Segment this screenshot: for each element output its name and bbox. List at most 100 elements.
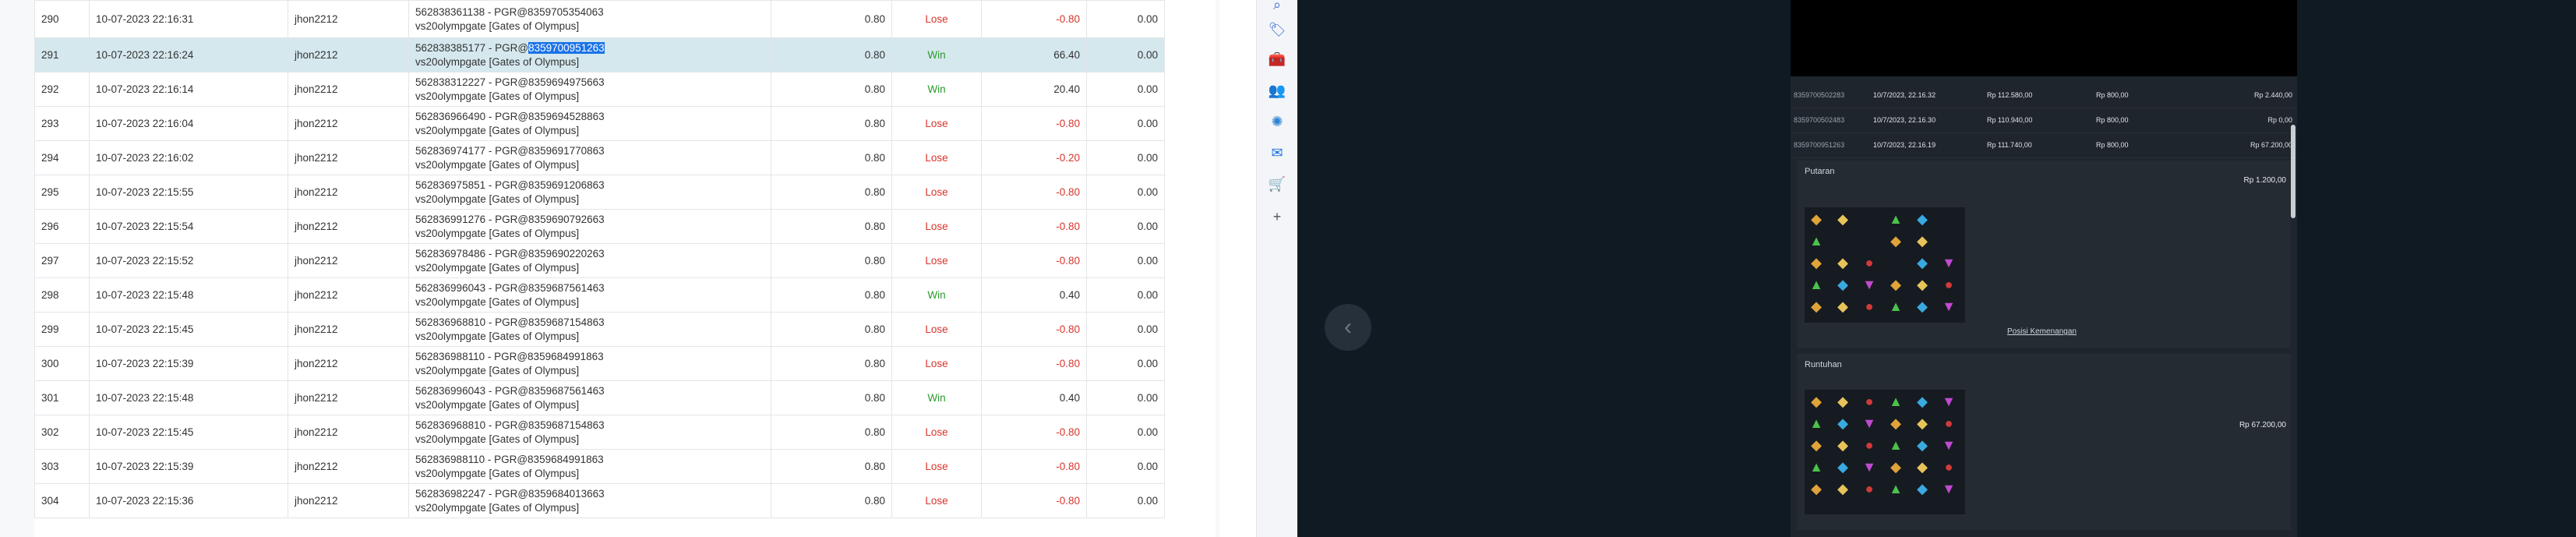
transaction-cell: 562836978486 - PGR@8359690220263 vs20olym… <box>408 243 771 278</box>
timestamp-cell: 10-07-2023 22:16:02 <box>89 140 288 175</box>
table-row[interactable]: 304 10-07-2023 22:15:36 jhon2212 5628369822… <box>34 483 1216 518</box>
history-row[interactable]: 8359700951263 10/7/2023, 22.16.19 Rp 111.7… <box>1791 132 2297 158</box>
bet-cell: 0.80 <box>771 209 892 244</box>
transaction-cell: 562838385177 - PGR@8359700951263 vs20olym… <box>408 37 771 72</box>
username-cell: jhon2212 <box>288 346 409 381</box>
gem-symbol-icon: ◆ <box>1890 459 1901 475</box>
extra-cell: 0.00 <box>1086 106 1165 141</box>
gem-symbol-icon: ◆ <box>1811 299 1822 314</box>
table-row[interactable]: 301 10-07-2023 22:15:48 jhon2212 5628369960… <box>34 380 1216 415</box>
history-row[interactable]: 8359700502283 10/7/2023, 22.16.32 Rp 112.5… <box>1791 83 2297 108</box>
table-row[interactable]: 295 10-07-2023 22:15:55 jhon2212 5628369758… <box>34 175 1216 210</box>
table-row[interactable]: 292 10-07-2023 22:16:14 jhon2212 5628383122… <box>34 72 1216 107</box>
timestamp-cell: 10-07-2023 22:15:45 <box>89 312 288 347</box>
putaran-reel-grid: ◆ ◆ ▲ ◆ ▲ ◆ ◆ ◆ ◆ ● ◆ ▼ ▲ ◆ ▼ ◆ ◆ ● ◆ ◆ ● ▲ ◆ ▼ <box>1805 207 1965 323</box>
table-row[interactable]: 302 10-07-2023 22:15:45 jhon2212 5628369688… <box>34 415 1216 450</box>
winloss-cell: -0.80 <box>981 209 1087 244</box>
timestamp-cell: 10-07-2023 22:15:54 <box>89 209 288 244</box>
result-cell: Lose <box>891 209 982 244</box>
gem-symbol-icon: ▲ <box>1809 233 1823 249</box>
result-cell: Win <box>891 72 982 107</box>
copilot-icon[interactable]: ✺ <box>1268 112 1286 131</box>
gem-symbol-icon: ▼ <box>1862 459 1876 475</box>
timestamp-cell: 10-07-2023 22:16:14 <box>89 72 288 107</box>
history-row[interactable]: 8359700502483 10/7/2023, 22.16.30 Rp 110.9… <box>1791 108 2297 133</box>
table-row[interactable]: 300 10-07-2023 22:15:39 jhon2212 5628369881… <box>34 346 1216 381</box>
result-cell: Lose <box>891 106 982 141</box>
winloss-cell: -0.80 <box>981 175 1087 210</box>
selected-text-highlight[interactable]: 8359700951263 <box>528 41 605 54</box>
history-win: Rp 67.200,00 <box>2250 141 2292 149</box>
result-cell: Lose <box>891 140 982 175</box>
table-row[interactable]: 297 10-07-2023 22:15:52 jhon2212 5628369784… <box>34 243 1216 278</box>
gem-symbol-icon: ◆ <box>1837 415 1848 431</box>
gem-symbol-icon: ▲ <box>1889 481 1903 496</box>
table-row[interactable]: 303 10-07-2023 22:15:39 jhon2212 5628369881… <box>34 449 1216 484</box>
toolbox-icon[interactable]: 🧰 <box>1268 50 1286 69</box>
gem-symbol-icon: ▼ <box>1942 481 1956 496</box>
outlook-icon[interactable]: ✉ <box>1268 143 1286 162</box>
row-number-cell: 301 <box>34 380 90 415</box>
gem-symbol-icon: ● <box>1865 255 1874 270</box>
game-name: vs20olympgate [Gates of Olympus] <box>415 433 580 445</box>
panel-scrollbar[interactable] <box>2291 125 2295 218</box>
transaction-id: 562836966490 - PGR@8359694528863 <box>415 110 605 122</box>
gem-symbol-icon: ▲ <box>1889 437 1903 453</box>
transaction-id: 562836968810 - PGR@8359687154863 <box>415 419 605 431</box>
timestamp-cell: 10-07-2023 22:15:48 <box>89 380 288 415</box>
transaction-id: 562836988110 - PGR@8359684991863 <box>415 453 604 465</box>
table-row[interactable]: 294 10-07-2023 22:16:02 jhon2212 5628369741… <box>34 140 1216 175</box>
gem-symbol-icon: ◆ <box>1837 459 1848 475</box>
gem-symbol-icon: ◆ <box>1917 415 1928 431</box>
gem-symbol-icon: ◆ <box>1890 277 1901 292</box>
history-win: Rp 2.440,00 <box>2253 91 2292 99</box>
result-cell: Lose <box>891 175 982 210</box>
winloss-cell: 20.40 <box>981 72 1087 107</box>
transaction-id: 562838312227 - PGR@8359694975663 <box>415 76 605 88</box>
putaran-section: Putaran Rp 1.200,00 ◆ ◆ ▲ ◆ ▲ ◆ ◆ ◆ ◆ ● ◆ ▼ ▲ ◆ ▼ ◆ ◆ ● ◆ ◆… <box>1797 161 2291 348</box>
transaction-cell: 562836975851 - PGR@8359691206863 vs20olym… <box>408 175 771 210</box>
table-row[interactable]: 299 10-07-2023 22:15:45 jhon2212 5628369688… <box>34 312 1216 347</box>
table-row[interactable]: 298 10-07-2023 22:15:48 jhon2212 5628369960… <box>34 277 1216 313</box>
shopping-icon[interactable]: 🛒 <box>1268 175 1286 193</box>
game-name: vs20olympgate [Gates of Olympus] <box>415 193 580 205</box>
tag-icon[interactable]: 🏷 <box>1268 20 1286 39</box>
history-date: 10/7/2023, 22.16.32 <box>1873 91 1936 99</box>
gem-symbol-icon: ● <box>1944 459 1953 475</box>
table-row[interactable]: 293 10-07-2023 22:16:04 jhon2212 5628369664… <box>34 106 1216 141</box>
bet-cell: 0.80 <box>771 72 892 107</box>
row-number-cell: 292 <box>34 72 90 107</box>
game-name: vs20olympgate [Gates of Olympus] <box>415 330 580 342</box>
gem-symbol-icon: ◆ <box>1917 211 1928 227</box>
bet-cell: 0.80 <box>771 346 892 381</box>
bet-cell: 0.80 <box>771 277 892 313</box>
row-number-cell: 300 <box>34 346 90 381</box>
gem-symbol-icon: ● <box>1865 437 1874 453</box>
table-row[interactable]: 291 10-07-2023 22:16:24 jhon2212 5628383851… <box>34 37 1216 72</box>
bet-cell: 0.80 <box>771 312 892 347</box>
gem-symbol-icon: ◆ <box>1917 459 1928 475</box>
winning-position-link[interactable]: Posisi Kemenangan <box>2007 327 2077 336</box>
gem-symbol-icon: ▼ <box>1942 255 1956 270</box>
search-icon[interactable]: ⌕ <box>1268 0 1286 14</box>
username-cell: jhon2212 <box>288 37 409 72</box>
table-row[interactable]: 290 10-07-2023 22:16:31 jhon2212 5628383611… <box>34 0 1216 38</box>
table-row[interactable]: 296 10-07-2023 22:15:54 jhon2212 5628369912… <box>34 209 1216 244</box>
history-bet: Rp 800,00 <box>2096 116 2129 124</box>
runtuhan-amount: Rp 67.200,00 <box>2239 421 2286 429</box>
history-date: 10/7/2023, 22.16.30 <box>1873 116 1936 124</box>
people-icon[interactable]: 👥 <box>1268 81 1286 100</box>
username-cell: jhon2212 <box>288 72 409 107</box>
row-number-cell: 303 <box>34 449 90 484</box>
putaran-amount: Rp 1.200,00 <box>2243 176 2287 185</box>
winloss-cell: -0.80 <box>981 312 1087 347</box>
add-icon[interactable]: + <box>1268 207 1286 226</box>
gem-symbol-icon: ◆ <box>1837 255 1848 270</box>
previous-arrow-icon[interactable]: ‹ <box>1325 304 1371 351</box>
game-name: vs20olympgate [Gates of Olympus] <box>415 261 580 274</box>
gem-symbol-icon: ● <box>1865 299 1874 314</box>
browser-sidebar: ⌕ 🏷 🧰 👥 ✺ ✉ 🛒 + <box>1256 0 1298 537</box>
gem-symbol-icon: ▼ <box>1862 277 1876 292</box>
extra-cell: 0.00 <box>1086 483 1165 518</box>
history-balance: Rp 111.740,00 <box>1987 141 2032 149</box>
